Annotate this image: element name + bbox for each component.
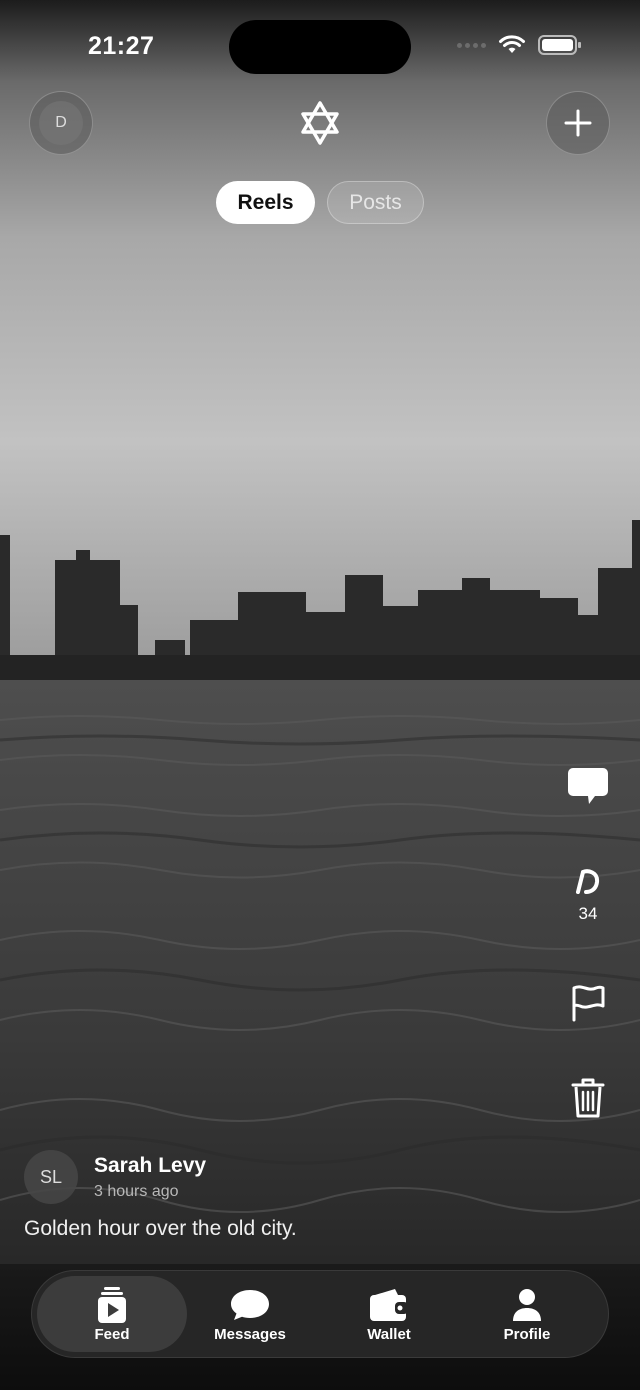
user-avatar-button[interactable]: D [29, 91, 93, 155]
tab-reels[interactable]: Reels [216, 181, 315, 224]
avatar-initial: D [39, 101, 83, 145]
cellular-signal-icon [457, 42, 486, 48]
wallet-icon [370, 1288, 408, 1321]
star-of-david-icon [301, 101, 339, 145]
plus-icon [564, 109, 592, 137]
battery-icon [538, 35, 581, 55]
author-name[interactable]: Sarah Levy [94, 1154, 206, 1178]
nav-feed[interactable]: Feed [37, 1276, 187, 1352]
author-avatar[interactable]: SL [24, 1150, 78, 1204]
tip-button[interactable]: 34 [564, 866, 612, 924]
feed-icon [98, 1286, 126, 1323]
profile-icon [513, 1288, 541, 1321]
flag-icon [572, 985, 605, 1022]
comment-icon [568, 768, 608, 804]
nav-profile[interactable]: Profile [467, 1276, 587, 1352]
nav-feed-label: Feed [94, 1325, 130, 1343]
tab-posts[interactable]: Posts [327, 181, 424, 224]
trash-icon [571, 1078, 605, 1118]
dynamic-island [229, 20, 411, 74]
comment-button[interactable] [564, 766, 612, 806]
post-timestamp: 3 hours ago [94, 1183, 179, 1200]
tip-count: 34 [578, 904, 598, 923]
add-post-button[interactable] [546, 91, 610, 155]
status-time: 21:27 [88, 32, 155, 60]
reel-video-background[interactable] [0, 0, 640, 1390]
wifi-icon [499, 35, 525, 53]
nav-messages-label: Messages [214, 1325, 286, 1343]
nav-messages[interactable]: Messages [190, 1276, 310, 1352]
nav-wallet-label: Wallet [367, 1325, 411, 1343]
post-caption: Golden hour over the old city. [24, 1217, 297, 1240]
messages-icon [231, 1289, 269, 1320]
nav-wallet[interactable]: Wallet [329, 1276, 449, 1352]
mem-currency-icon [576, 869, 600, 894]
status-icons [457, 34, 582, 56]
delete-button[interactable] [564, 1077, 612, 1119]
nav-profile-label: Profile [503, 1325, 551, 1343]
report-button[interactable] [564, 984, 612, 1022]
